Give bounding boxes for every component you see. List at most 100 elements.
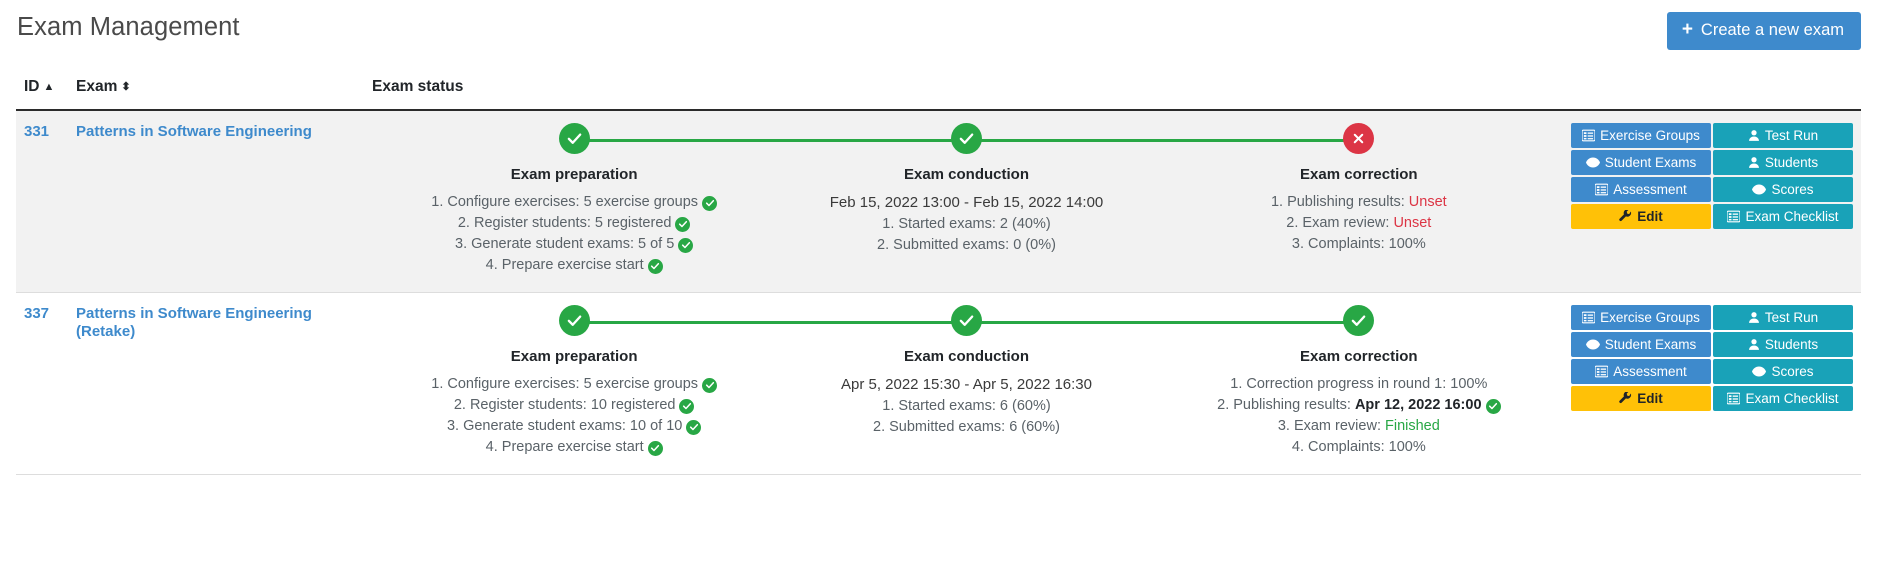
stage-correction-marker bbox=[1162, 305, 1555, 339]
test-run-button[interactable]: Test Run bbox=[1713, 305, 1853, 331]
status-check-icon bbox=[679, 398, 695, 414]
exam-actions-cell: Exercise Groups Test Run Student Exams Stud… bbox=[1561, 110, 1861, 293]
exam-actions-cell: Exercise Groups Test Run Student Exams Stud… bbox=[1561, 293, 1861, 475]
stage-conduction: Exam conduction Feb 15, 2022 13:00 - Feb … bbox=[770, 123, 1163, 256]
assessment-button-label: Assessment bbox=[1613, 181, 1687, 197]
column-header-id[interactable]: ID ▲ bbox=[16, 78, 76, 110]
correction-value: Unset bbox=[1393, 215, 1432, 232]
list-icon bbox=[1727, 392, 1741, 405]
column-header-id-label: ID bbox=[24, 78, 40, 95]
stage-preparation-details: 1. Configure exercises: 5 exercise group… bbox=[378, 192, 770, 276]
stage-conduction-check-icon bbox=[950, 305, 982, 337]
exercise-groups-button[interactable]: Exercise Groups bbox=[1571, 123, 1711, 148]
stage-correction-error-icon bbox=[1343, 123, 1375, 154]
stage-conduction-details: Feb 15, 2022 13:00 - Feb 15, 2022 14:00 1… bbox=[770, 192, 1162, 256]
wrench-icon bbox=[1619, 392, 1632, 405]
stage-correction-marker bbox=[1162, 123, 1555, 157]
students-button[interactable]: Students bbox=[1713, 150, 1853, 175]
preparation-line: 4. Prepare exercise start bbox=[378, 437, 770, 458]
exam-name-link[interactable]: Patterns in Software Engineering (Retake… bbox=[76, 305, 312, 340]
stage-preparation-check-icon bbox=[558, 123, 590, 154]
edit-button[interactable]: Edit bbox=[1571, 386, 1711, 412]
create-new-exam-button[interactable]: + Create a new exam bbox=[1666, 12, 1861, 50]
list-icon bbox=[1582, 129, 1596, 142]
exam-checklist-button[interactable]: Exam Checklist bbox=[1713, 204, 1853, 229]
exam-name-cell: Patterns in Software Engineering bbox=[76, 110, 372, 293]
exam-checklist-button[interactable]: Exam Checklist bbox=[1713, 386, 1853, 412]
exam-status-cell: Exam preparation 1. Configure exercises: … bbox=[372, 293, 1561, 475]
students-button-label: Students bbox=[1764, 154, 1819, 170]
stage-conduction-title: Exam conduction bbox=[903, 166, 1029, 183]
correction-value: Finished bbox=[1385, 418, 1440, 435]
stage-conduction-marker bbox=[770, 123, 1163, 157]
action-button-grid: Exercise Groups Test Run Student Exams Stud… bbox=[1571, 123, 1853, 229]
stage-conduction-marker bbox=[770, 305, 1163, 339]
test-run-button-label: Test Run bbox=[1764, 309, 1819, 325]
exam-checklist-button-label: Exam Checklist bbox=[1745, 208, 1839, 224]
exam-management-page: Exam Management + Create a new exam ID ▲ … bbox=[0, 0, 1877, 587]
students-button[interactable]: Students bbox=[1713, 332, 1853, 358]
exercise-groups-button[interactable]: Exercise Groups bbox=[1571, 305, 1711, 331]
test-run-button-label: Test Run bbox=[1764, 127, 1819, 143]
stage-correction-details: 1. Publishing results: Unset 2. Exam revi… bbox=[1163, 192, 1555, 255]
conduction-line: 2. Submitted exams: 0 (0%) bbox=[877, 236, 1056, 253]
column-header-exam-label: Exam bbox=[76, 78, 118, 95]
status-check-icon bbox=[686, 419, 702, 435]
student-exams-button[interactable]: Student Exams bbox=[1571, 332, 1711, 358]
assessment-button[interactable]: Assessment bbox=[1571, 359, 1711, 385]
user-icon bbox=[1748, 129, 1760, 142]
edit-button[interactable]: Edit bbox=[1571, 204, 1711, 229]
status-check-icon bbox=[675, 216, 691, 232]
edit-button-label: Edit bbox=[1637, 208, 1663, 224]
column-header-exam-status-label: Exam status bbox=[372, 78, 464, 95]
correction-line: 4. Complaints: 100% bbox=[1291, 439, 1426, 456]
stage-correction-check-icon bbox=[1343, 305, 1375, 337]
create-new-exam-label: Create a new exam bbox=[1700, 21, 1844, 40]
sort-both-icon[interactable]: ⬍ bbox=[121, 82, 130, 93]
scores-button[interactable]: Scores bbox=[1713, 359, 1853, 385]
pipeline-connector bbox=[574, 139, 771, 142]
status-check-icon bbox=[678, 237, 694, 253]
exam-name-link[interactable]: Patterns in Software Engineering bbox=[76, 123, 312, 140]
stage-correction: Exam correction 1. Correction progress in… bbox=[1162, 305, 1555, 458]
stage-preparation-details: 1. Configure exercises: 5 exercise group… bbox=[378, 374, 770, 458]
sort-ascending-icon[interactable]: ▲ bbox=[44, 82, 55, 93]
status-check-icon bbox=[647, 440, 663, 456]
column-header-actions bbox=[1561, 78, 1861, 110]
exam-status-cell: Exam preparation 1. Configure exercises: … bbox=[372, 110, 1561, 293]
correction-line: 1. Publishing results: Unset bbox=[1270, 194, 1447, 210]
scores-button[interactable]: Scores bbox=[1713, 177, 1853, 202]
user-icon bbox=[1748, 311, 1760, 324]
conduction-date-range: Feb 15, 2022 13:00 - Feb 15, 2022 14:00 bbox=[829, 194, 1104, 211]
stage-preparation-marker bbox=[378, 123, 771, 157]
column-header-exam[interactable]: Exam ⬍ bbox=[76, 78, 372, 110]
stage-conduction-title: Exam conduction bbox=[903, 348, 1029, 366]
assessment-button[interactable]: Assessment bbox=[1571, 177, 1711, 202]
scores-button-label: Scores bbox=[1771, 181, 1814, 197]
eye-icon bbox=[1585, 156, 1600, 169]
stage-preparation-title: Exam preparation bbox=[510, 166, 638, 183]
assessment-button-label: Assessment bbox=[1613, 363, 1687, 379]
preparation-line: 1. Configure exercises: 5 exercise group… bbox=[378, 192, 770, 213]
exercise-groups-button-label: Exercise Groups bbox=[1600, 309, 1700, 325]
student-exams-button-label: Student Exams bbox=[1604, 154, 1697, 170]
correction-value: Unset bbox=[1408, 194, 1447, 210]
status-check-icon bbox=[702, 195, 718, 211]
user-icon bbox=[1748, 156, 1760, 169]
preparation-line: 2. Register students: 5 registered bbox=[378, 213, 770, 234]
stage-preparation-marker bbox=[378, 305, 771, 339]
stage-correction: Exam correction 1. Publishing results: Un… bbox=[1162, 123, 1555, 255]
preparation-line: 1. Configure exercises: 5 exercise group… bbox=[378, 374, 770, 395]
eye-icon bbox=[1752, 183, 1767, 196]
preparation-line: 3. Generate student exams: 10 of 10 bbox=[378, 416, 770, 437]
students-button-label: Students bbox=[1764, 336, 1819, 352]
exam-checklist-button-label: Exam Checklist bbox=[1745, 390, 1839, 406]
conduction-line: 2. Submitted exams: 6 (60%) bbox=[873, 418, 1060, 435]
student-exams-button[interactable]: Student Exams bbox=[1571, 150, 1711, 175]
status-check-icon bbox=[1485, 398, 1501, 414]
test-run-button[interactable]: Test Run bbox=[1713, 123, 1853, 148]
status-check-icon bbox=[702, 377, 718, 393]
table-header: ID ▲ Exam ⬍ Exam status bbox=[16, 78, 1861, 110]
wrench-icon bbox=[1619, 210, 1632, 223]
conduction-line: 1. Started exams: 6 (60%) bbox=[882, 397, 1051, 414]
